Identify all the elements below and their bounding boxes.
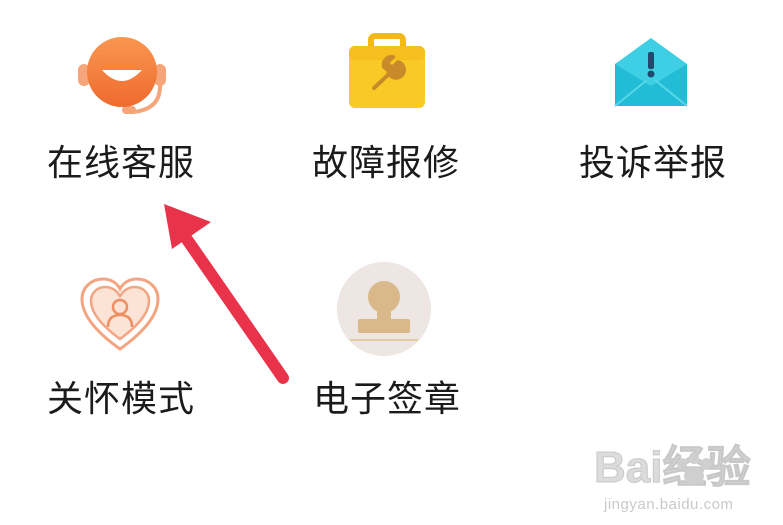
tile-label: 电子签章: [313, 379, 462, 420]
tile-label: 投诉举报: [579, 143, 728, 184]
heart-person-icon: [78, 273, 162, 357]
paw-icon: [677, 452, 711, 485]
tile-complaint-report[interactable]: 投诉举报: [565, 20, 765, 200]
tile-label: 关怀模式: [47, 379, 196, 420]
service-grid: 在线客服 故障报修 投诉举报 关怀模式 电子签章 Bai经验 jingyan.b…: [0, 0, 783, 525]
tile-label: 故障报修: [312, 143, 461, 184]
tile-label: 在线客服: [47, 143, 196, 184]
toolbox-wrench-icon: [347, 32, 427, 112]
headset-agent-icon: [74, 30, 170, 126]
tile-e-seal[interactable]: 电子签章: [300, 255, 500, 430]
tile-fault-repair[interactable]: 故障报修: [295, 20, 495, 200]
watermark-url: jingyan.baidu.com: [604, 496, 734, 513]
baidu-watermark: Bai经验 jingyan.baidu.com: [590, 434, 780, 519]
tile-care-mode[interactable]: 关怀模式: [30, 255, 230, 430]
envelope-alert-icon: [613, 34, 689, 110]
tile-online-service[interactable]: 在线客服: [30, 20, 230, 200]
watermark-brand: Bai经验: [594, 443, 750, 492]
stamp-icon: [336, 261, 432, 357]
